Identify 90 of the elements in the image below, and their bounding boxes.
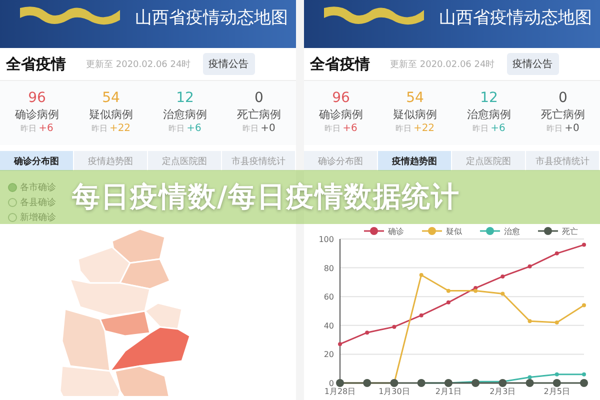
notice-button[interactable]: 疫情公告 bbox=[506, 53, 559, 75]
data-point bbox=[580, 379, 588, 387]
header-title: 山西省疫情动态地图 bbox=[135, 7, 288, 29]
tab[interactable]: 疫情趋势图 bbox=[378, 151, 452, 171]
delta-value: +0 bbox=[564, 123, 580, 134]
data-point bbox=[500, 274, 505, 278]
radio-button[interactable] bbox=[8, 213, 17, 222]
data-point bbox=[446, 300, 450, 304]
data-point bbox=[390, 379, 398, 387]
data-point bbox=[446, 288, 450, 293]
stat-value: 12 bbox=[480, 89, 498, 107]
y-tick-label: 60 bbox=[324, 292, 334, 302]
y-tick-label: 0 bbox=[328, 379, 334, 388]
x-tick-label: 2月1日 bbox=[435, 387, 462, 396]
stat-label: 死亡病例 bbox=[237, 107, 281, 123]
delta-label: 昨日 bbox=[546, 123, 563, 134]
data-point bbox=[500, 292, 505, 296]
stat-label: 治愈病例 bbox=[467, 107, 511, 123]
option-label: 新增确诊 bbox=[20, 212, 56, 224]
data-point bbox=[582, 303, 586, 308]
data-point bbox=[365, 330, 370, 335]
delta-value: +0 bbox=[260, 123, 276, 134]
x-tick-label: 2月5日 bbox=[544, 387, 570, 396]
stat-value: 96 bbox=[28, 89, 46, 107]
data-point bbox=[472, 379, 480, 387]
stat-value: 54 bbox=[102, 89, 120, 107]
data-point bbox=[417, 379, 426, 387]
data-point bbox=[444, 379, 452, 387]
update-time: 更新至 2020.02.06 24时 bbox=[390, 58, 495, 70]
notice-button[interactable]: 疫情公告 bbox=[202, 53, 255, 75]
banner-title: 每日疫情数/每日疫情数据统计 bbox=[72, 180, 460, 214]
legend-label: 治愈 bbox=[504, 227, 520, 236]
x-tick-label: 1月28日 bbox=[324, 387, 356, 396]
data-point bbox=[338, 342, 342, 346]
stat-value: 12 bbox=[176, 89, 194, 107]
option-label: 各市确诊 bbox=[20, 182, 56, 194]
data-point bbox=[419, 273, 424, 277]
data-point bbox=[528, 319, 532, 324]
delta-label: 昨日 bbox=[20, 123, 37, 134]
data-point bbox=[554, 320, 559, 325]
legend-label: 疑似 bbox=[446, 227, 462, 236]
radio-button[interactable] bbox=[8, 183, 17, 192]
radio-button[interactable] bbox=[8, 198, 17, 207]
stat-value: 0 bbox=[558, 89, 568, 107]
data-point bbox=[552, 379, 561, 387]
y-tick-label: 100 bbox=[318, 235, 334, 244]
data-point bbox=[554, 251, 559, 256]
section-title: 全省疫情 bbox=[310, 54, 370, 74]
delta-value: +22 bbox=[109, 123, 131, 134]
stat-label: 疑似病例 bbox=[89, 107, 133, 123]
y-tick-label: 40 bbox=[324, 321, 334, 330]
legend-label: 死亡 bbox=[562, 227, 578, 236]
delta-value: +6 bbox=[490, 123, 506, 134]
data-point bbox=[582, 372, 586, 376]
y-tick-label: 20 bbox=[324, 350, 334, 360]
update-time: 更新至 2020.02.06 24时 bbox=[86, 58, 191, 70]
stat-label: 死亡病例 bbox=[541, 107, 585, 123]
stat-value: 0 bbox=[254, 89, 264, 107]
delta-label: 昨日 bbox=[242, 123, 259, 134]
section-title: 全省疫情 bbox=[6, 54, 66, 74]
stat-label: 治愈病例 bbox=[163, 107, 207, 123]
delta-value: +6 bbox=[186, 123, 202, 134]
data-point bbox=[392, 324, 396, 329]
delta-label: 昨日 bbox=[91, 123, 108, 134]
stat-label: 疑似病例 bbox=[393, 107, 437, 123]
data-point bbox=[528, 264, 532, 268]
delta-label: 昨日 bbox=[324, 123, 341, 134]
delta-label: 昨日 bbox=[395, 123, 412, 134]
data-point bbox=[582, 242, 586, 247]
delta-value: +22 bbox=[413, 123, 435, 134]
stat-label: 确诊病例 bbox=[15, 107, 59, 123]
delta-label: 昨日 bbox=[472, 123, 489, 134]
x-tick-label: 2月3日 bbox=[490, 387, 516, 396]
header-title: 山西省疫情动态地图 bbox=[439, 7, 592, 29]
stat-value: 54 bbox=[406, 89, 424, 107]
stat-value: 96 bbox=[332, 89, 350, 107]
data-point bbox=[554, 372, 559, 376]
delta-label: 昨日 bbox=[168, 123, 185, 134]
y-tick-label: 80 bbox=[324, 264, 334, 273]
delta-value: +6 bbox=[342, 123, 358, 134]
data-point bbox=[363, 379, 372, 387]
data-point bbox=[419, 313, 424, 318]
data-point bbox=[498, 379, 507, 387]
tab[interactable]: 确诊分布图 bbox=[0, 151, 74, 171]
stat-label: 确诊病例 bbox=[319, 107, 363, 123]
legend-label: 确诊 bbox=[388, 227, 404, 236]
delta-value: +6 bbox=[38, 123, 54, 134]
data-point bbox=[336, 379, 344, 387]
option-label: 各县确诊 bbox=[20, 196, 56, 209]
x-tick-label: 1月30日 bbox=[378, 387, 410, 396]
